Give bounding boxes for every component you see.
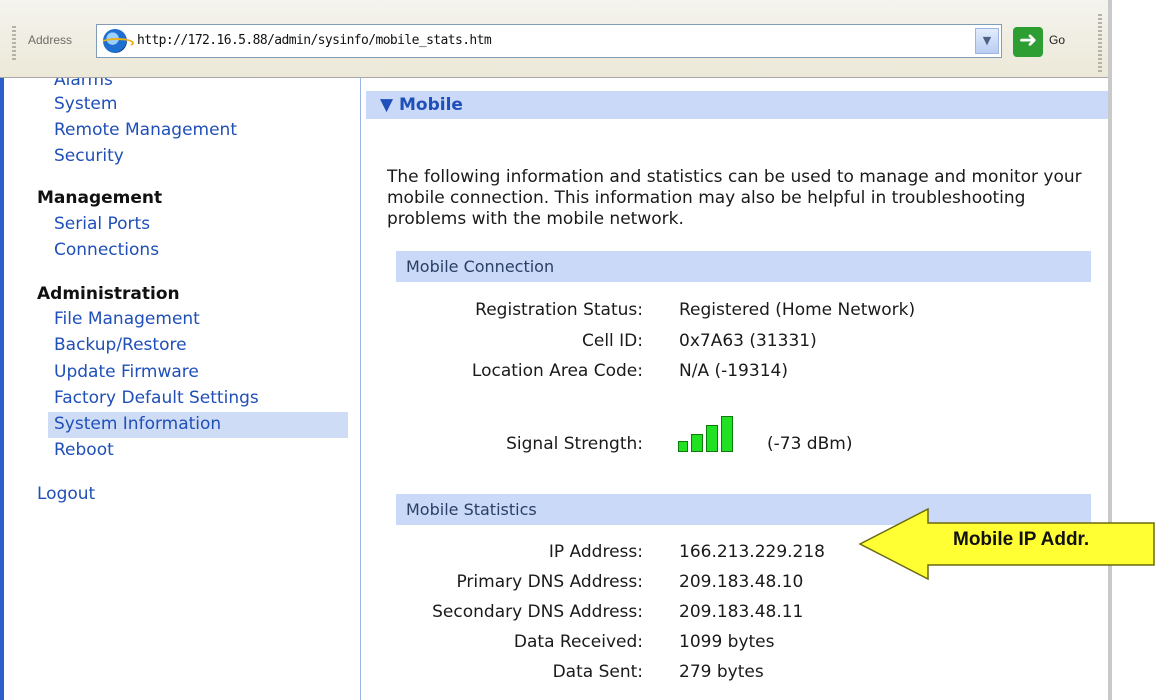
address-toolbar: Address http://172.16.5.88/admin/sysinfo… [0, 0, 1108, 78]
sidebar-item-logout[interactable]: Logout [37, 484, 95, 504]
sidebar-item-system[interactable]: System [54, 94, 117, 114]
signal-bar-2 [691, 434, 703, 452]
sidebar-item-update-firmware[interactable]: Update Firmware [54, 362, 199, 382]
signal-bars-icon [678, 416, 748, 452]
data-received-label: Data Received: [513, 632, 643, 652]
sidebar-item-factory-default-settings[interactable]: Factory Default Settings [54, 388, 259, 408]
management-heading: Management [37, 188, 163, 208]
intro-paragraph: The following information and statistics… [387, 167, 1082, 229]
address-input[interactable]: http://172.16.5.88/admin/sysinfo/mobile_… [96, 24, 1002, 58]
address-label: Address [28, 33, 73, 47]
administration-heading: Administration [37, 284, 180, 304]
collapse-triangle-icon: ▼ [380, 95, 394, 115]
location-area-code-value: N/A (-19314) [679, 361, 788, 381]
primary-dns-value: 209.183.48.10 [679, 572, 804, 592]
cell-id-value: 0x7A63 (31331) [679, 331, 817, 351]
secondary-dns-value: 209.183.48.11 [679, 602, 804, 622]
ip-address-value: 166.213.229.218 [679, 542, 826, 562]
secondary-dns-label: Secondary DNS Address: [432, 602, 643, 622]
mobile-section-header[interactable]: ▼ Mobile [366, 91, 1108, 119]
sidebar-nav: Alarms System Remote Management Security… [4, 78, 360, 700]
data-received-value: 1099 bytes [679, 632, 775, 652]
data-sent-label: Data Sent: [552, 662, 643, 682]
sidebar-item-alarms[interactable]: Alarms [54, 78, 113, 90]
group-title-connection: Mobile Connection [406, 257, 555, 276]
location-area-code-label: Location Area Code: [471, 361, 643, 381]
registration-status-label: Registration Status: [475, 300, 643, 320]
group-title-statistics: Mobile Statistics [406, 500, 537, 519]
go-arrow-icon[interactable]: ➜ [1013, 27, 1043, 57]
toolbar-grip[interactable] [12, 26, 16, 62]
chevron-down-icon[interactable]: ▼ [975, 28, 999, 54]
signal-strength-value: (-73 dBm) [767, 434, 853, 454]
toolbar-separator [1098, 14, 1102, 72]
cell-id-label: Cell ID: [581, 331, 643, 351]
ip-address-label: IP Address: [548, 542, 643, 562]
registration-status-value: Registered (Home Network) [679, 300, 916, 320]
data-sent-value: 279 bytes [679, 662, 764, 682]
sidebar-item-system-information[interactable]: System Information [54, 414, 221, 434]
section-title[interactable]: ▼ Mobile [380, 95, 463, 115]
signal-bar-4 [721, 416, 733, 452]
section-title-text: Mobile [399, 95, 463, 115]
sidebar-item-backup-restore[interactable]: Backup/Restore [54, 335, 187, 355]
go-button-label[interactable]: Go [1049, 33, 1065, 47]
callout-text: Mobile IP Addr. [953, 529, 1090, 550]
mobile-ip-callout: Mobile IP Addr. [858, 507, 1158, 581]
page-icon [100, 29, 134, 53]
signal-strength-label: Signal Strength: [506, 434, 643, 454]
sidebar-item-connections[interactable]: Connections [54, 240, 159, 260]
main-content: ▼ Mobile The following information and s… [361, 78, 1108, 700]
sidebar-item-remote-management[interactable]: Remote Management [54, 120, 237, 140]
sidebar-item-reboot[interactable]: Reboot [54, 440, 114, 460]
mobile-connection-header: Mobile Connection [396, 251, 1091, 282]
signal-bar-1 [678, 441, 688, 452]
address-url[interactable]: http://172.16.5.88/admin/sysinfo/mobile_… [137, 33, 492, 48]
sidebar-item-security[interactable]: Security [54, 146, 124, 166]
sidebar-item-file-management[interactable]: File Management [54, 309, 200, 329]
sidebar-item-serial-ports[interactable]: Serial Ports [54, 214, 150, 234]
signal-bar-3 [706, 425, 718, 452]
primary-dns-label: Primary DNS Address: [456, 572, 643, 592]
